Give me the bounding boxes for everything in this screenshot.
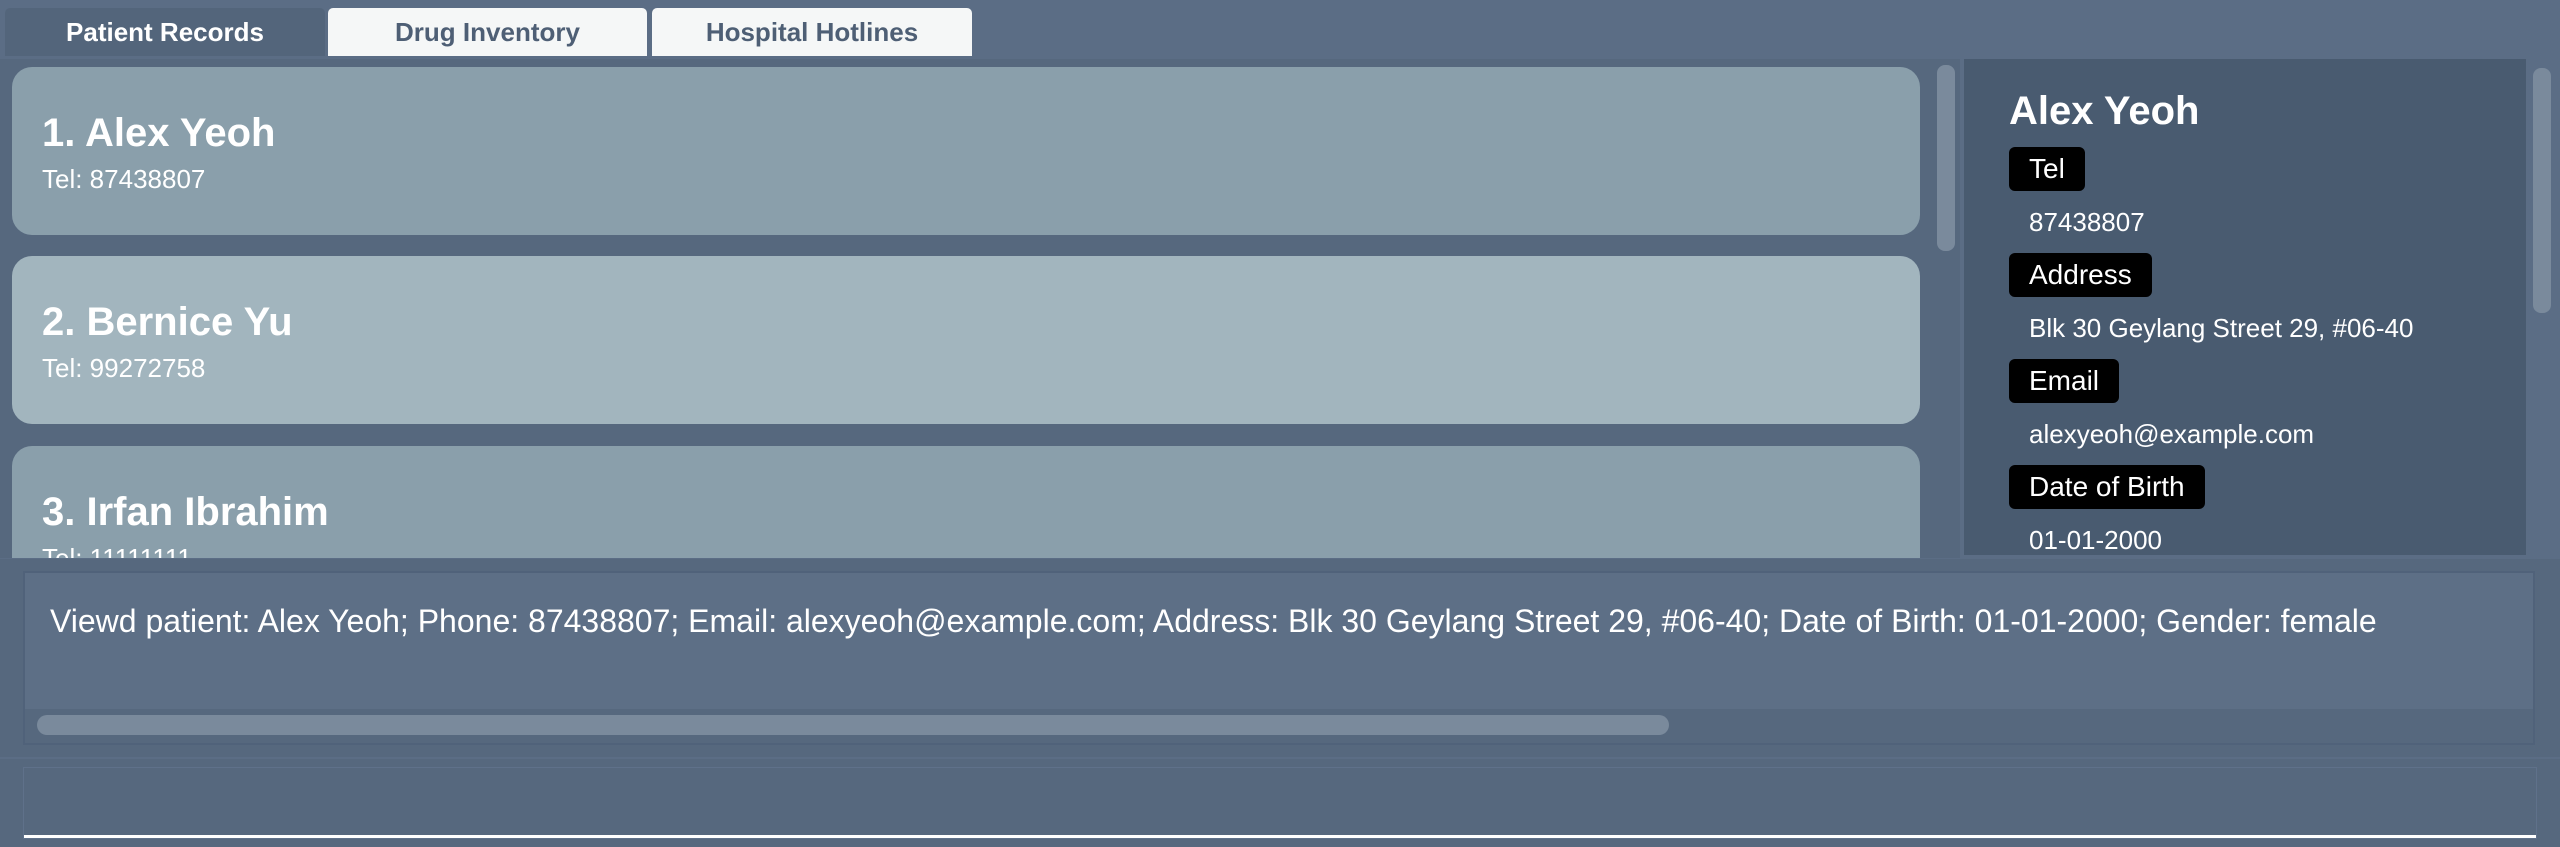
patient-name: 1. Alex Yeoh — [42, 111, 276, 155]
details-label-tel: Tel — [2009, 147, 2085, 191]
patient-tel: Tel: 99272758 — [42, 353, 206, 383]
patient-tel: Tel: 87438807 — [42, 164, 206, 194]
details-value-tel: 87438807 — [2029, 207, 2145, 237]
details-label-dob: Date of Birth — [2009, 465, 2205, 509]
result-text: Viewd patient: Alex Yeoh; Phone: 8743880… — [50, 603, 2377, 639]
tab-drug-inventory[interactable]: Drug Inventory — [328, 8, 647, 56]
command-area — [0, 759, 2560, 847]
details-value-address: Blk 30 Geylang Street 29, #06-40 — [2029, 313, 2414, 343]
details-scrollbar[interactable] — [2533, 68, 2551, 313]
patient-card[interactable]: 2. Bernice Yu Tel: 99272758 — [12, 256, 1920, 424]
tab-patient-records[interactable]: Patient Records — [5, 8, 325, 56]
command-input[interactable] — [24, 768, 2536, 838]
result-display: Viewd patient: Alex Yeoh; Phone: 8743880… — [0, 559, 2560, 757]
details-value-dob: 01-01-2000 — [2029, 525, 2162, 555]
details-value-email: alexyeoh@example.com — [2029, 419, 2315, 449]
patient-name: 2. Bernice Yu — [42, 300, 293, 344]
result-hscrollbar[interactable] — [25, 709, 2533, 743]
details-name: Alex Yeoh — [2009, 89, 2200, 133]
patient-details-panel: Alex Yeoh Tel 87438807 Address Blk 30 Ge… — [1964, 59, 2526, 555]
details-label-address: Address — [2009, 253, 2152, 297]
patient-tel: Tel: 11111111 — [42, 543, 192, 558]
list-scrollbar[interactable] — [1937, 65, 1955, 251]
patient-card[interactable]: 3. Irfan Ibrahim Tel: 11111111 — [12, 446, 1920, 558]
patient-name: 3. Irfan Ibrahim — [42, 490, 329, 534]
tab-hospital-hotlines[interactable]: Hospital Hotlines — [652, 8, 972, 56]
patient-card[interactable]: 1. Alex Yeoh Tel: 87438807 — [12, 67, 1920, 235]
details-label-email: Email — [2009, 359, 2120, 403]
patient-list: 1. Alex Yeoh Tel: 87438807 2. Bernice Yu… — [0, 59, 1960, 558]
result-hscroll-thumb[interactable] — [37, 715, 1669, 735]
